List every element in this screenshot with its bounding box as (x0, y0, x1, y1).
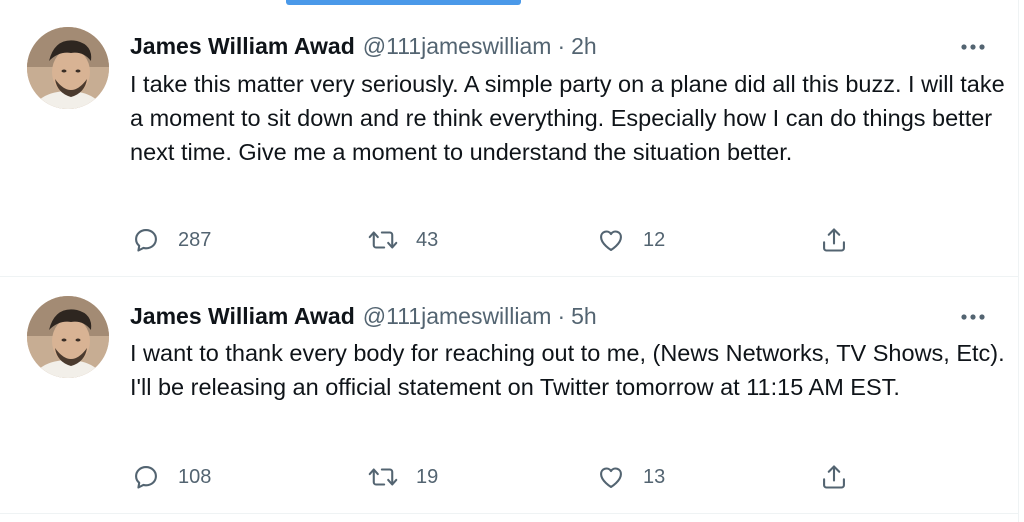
reply-bubble-icon (135, 229, 157, 252)
like-button[interactable]: 12 (597, 223, 665, 257)
reply-count: 108 (178, 465, 212, 488)
author-handle[interactable]: @111jameswilliam (363, 31, 552, 61)
share-button[interactable] (820, 460, 848, 494)
separator: · (557, 303, 566, 329)
like-count: 12 (643, 228, 666, 251)
reply-count: 287 (178, 228, 212, 251)
tweet-actions: 287 43 12 (130, 223, 870, 257)
tweet-card[interactable]: James William Awad @111jameswilliam · 2h… (0, 5, 1018, 277)
timestamp[interactable]: 2h (571, 31, 597, 61)
author-name[interactable]: James William Awad (130, 31, 355, 61)
avatar[interactable] (27, 27, 109, 109)
retweet-button[interactable]: 43 (368, 223, 438, 257)
tweet-header: James William Awad @111jameswilliam · 2h (130, 31, 597, 61)
avatar[interactable] (27, 296, 109, 378)
column-border (1018, 0, 1019, 522)
tweet-header: James William Awad @111jameswilliam · 5h (130, 301, 597, 331)
retweet-arrows-icon (368, 231, 398, 249)
like-button[interactable]: 13 (597, 460, 665, 494)
share-button[interactable] (820, 223, 848, 257)
tweet-card[interactable]: James William Awad @111jameswilliam · 5h… (0, 278, 1018, 514)
separator: · (557, 33, 566, 59)
tweet-actions: 108 19 13 (130, 460, 870, 494)
retweet-count: 43 (416, 228, 439, 251)
more-horizontal-icon (961, 44, 985, 50)
author-handle[interactable]: @111jameswilliam (363, 301, 552, 331)
heart-icon (600, 230, 622, 251)
more-options-button[interactable] (958, 307, 988, 327)
reply-bubble-icon (135, 466, 157, 489)
share-upload-icon (823, 465, 845, 489)
avatar-image (27, 296, 109, 378)
tweet-text: I take this matter very seriously. A sim… (130, 71, 1005, 165)
retweet-count: 19 (416, 465, 439, 488)
share-upload-icon (823, 228, 845, 252)
retweet-arrows-icon (368, 468, 398, 486)
more-horizontal-icon (961, 314, 985, 320)
heart-icon (600, 467, 622, 488)
like-count: 13 (643, 465, 666, 488)
tweet-timeline: James William Awad @111jameswilliam · 2h… (0, 0, 1024, 522)
retweet-button[interactable]: 19 (368, 460, 438, 494)
avatar-image (27, 27, 109, 109)
more-options-button[interactable] (958, 37, 988, 57)
reply-button[interactable]: 287 (132, 223, 211, 257)
tweet-text: I want to thank every body for reaching … (130, 340, 1005, 400)
timestamp[interactable]: 5h (571, 301, 597, 331)
reply-button[interactable]: 108 (132, 460, 211, 494)
author-name[interactable]: James William Awad (130, 301, 355, 331)
